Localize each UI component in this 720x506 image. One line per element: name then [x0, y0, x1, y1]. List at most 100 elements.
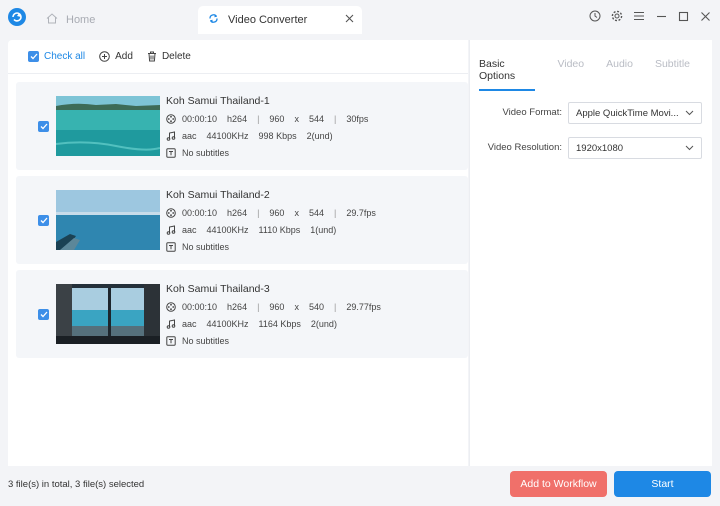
menu-icon[interactable]	[632, 9, 646, 23]
title-bar: Home Video Converter	[0, 0, 720, 38]
app-logo-icon	[8, 8, 26, 26]
audio-codec: aac	[182, 319, 197, 329]
audio-codec: aac	[182, 225, 197, 235]
dimension-separator: x	[294, 208, 299, 218]
audio-bitrate: 1164 Kbps	[258, 319, 301, 329]
video-height: 544	[308, 114, 324, 124]
file-name: Koh Samui Thailand-2	[166, 189, 270, 201]
check-all-label: Check all	[44, 51, 86, 62]
subtitle-icon	[166, 148, 178, 158]
video-format-select[interactable]: Apple QuickTime Movi...	[568, 102, 702, 124]
minimize-icon[interactable]	[654, 9, 668, 23]
audio-bitrate: 1110 Kbps	[258, 225, 301, 235]
sample-rate: 44100KHz	[206, 319, 249, 329]
music-note-icon	[166, 225, 178, 235]
video-format-label: Video Format:	[502, 107, 563, 118]
video-format-value: Apple QuickTime Movi...	[576, 107, 679, 119]
add-icon	[99, 51, 110, 62]
video-info-row: 00:00:10 h264 | 960 x 540 | 29.77fps	[166, 302, 391, 312]
delete-label: Delete	[161, 51, 191, 62]
subtitle-icon	[166, 336, 178, 346]
audio-codec: aac	[182, 131, 197, 141]
window-controls	[588, 9, 712, 23]
video-codec: h264	[227, 208, 248, 218]
dimension-separator: x	[294, 302, 299, 312]
audio-info-row: aac 44100KHz 1110 Kbps 1(und)	[166, 225, 346, 235]
film-reel-icon	[166, 114, 178, 124]
options-panel: Basic Options Video Audio Subtitle Video…	[469, 40, 712, 466]
close-icon[interactable]	[698, 9, 712, 23]
options-tabs: Basic Options Video Audio Subtitle	[479, 58, 712, 91]
home-icon	[46, 13, 58, 27]
check-all-button[interactable]: Check all	[28, 51, 85, 62]
tab-video-converter[interactable]: Video Converter	[198, 6, 362, 34]
audio-info-row: aac 44100KHz 1164 Kbps 2(und)	[166, 319, 347, 329]
subtitle-info-row: No subtitles	[166, 242, 239, 252]
video-info-row: 00:00:10 h264 | 960 x 544 | 29.7fps	[166, 208, 386, 218]
delete-button[interactable]: Delete	[147, 51, 191, 62]
tab-video[interactable]: Video	[557, 58, 584, 91]
audio-bitrate: 998 Kbps	[258, 131, 297, 141]
music-note-icon	[166, 131, 178, 141]
tab-subtitle[interactable]: Subtitle	[655, 58, 690, 91]
tab-close-icon[interactable]	[345, 14, 354, 26]
film-reel-icon	[166, 208, 178, 218]
video-width: 960	[269, 208, 285, 218]
convert-icon	[208, 13, 219, 27]
selection-status: 3 file(s) in total, 3 file(s) selected	[8, 479, 145, 490]
subtitle-icon	[166, 242, 178, 252]
file-checkbox[interactable]	[38, 215, 49, 226]
add-button[interactable]: Add	[99, 51, 133, 62]
trash-icon	[147, 51, 157, 62]
subtitles-status: No subtitles	[182, 242, 230, 252]
settings-icon[interactable]	[610, 9, 624, 23]
file-checkbox[interactable]	[38, 309, 49, 320]
music-note-icon	[166, 319, 178, 329]
file-name: Koh Samui Thailand-1	[166, 95, 270, 107]
video-width: 960	[269, 302, 285, 312]
video-thumbnail	[56, 190, 160, 250]
sample-rate: 44100KHz	[206, 225, 249, 235]
video-resolution-select[interactable]: 1920x1080	[568, 137, 702, 159]
tab-basic-options[interactable]: Basic Options	[479, 58, 536, 91]
file-name: Koh Samui Thailand-3	[166, 283, 270, 295]
video-codec: h264	[227, 302, 248, 312]
audio-info-row: aac 44100KHz 998 Kbps 2(und)	[166, 131, 343, 141]
chevron-down-icon	[685, 143, 694, 155]
add-label: Add	[115, 51, 133, 62]
chevron-down-icon	[685, 108, 694, 120]
add-to-workflow-button[interactable]: Add to Workflow	[510, 471, 607, 497]
maximize-icon[interactable]	[676, 9, 690, 23]
file-checkbox[interactable]	[38, 121, 49, 132]
tab-video-converter-label: Video Converter	[228, 14, 308, 26]
frame-rate: 29.7fps	[346, 208, 376, 218]
duration: 00:00:10	[182, 208, 218, 218]
audio-channels: 1(und)	[310, 225, 337, 235]
start-button[interactable]: Start	[614, 471, 711, 497]
tab-home-label: Home	[66, 14, 96, 26]
file-item[interactable]: Koh Samui Thailand-2 00:00:10 h264 | 960…	[16, 176, 468, 264]
video-thumbnail	[56, 96, 160, 156]
audio-channels: 2(und)	[306, 131, 333, 141]
subtitle-info-row: No subtitles	[166, 148, 239, 158]
video-resolution-value: 1920x1080	[576, 142, 624, 154]
file-item[interactable]: Koh Samui Thailand-1 00:00:10 h264 | 960…	[16, 82, 468, 170]
footer-bar: 3 file(s) in total, 3 file(s) selected A…	[0, 466, 720, 506]
file-item[interactable]: Koh Samui Thailand-3 00:00:10 h264 | 960…	[16, 270, 468, 358]
video-resolution-label: Video Resolution:	[487, 142, 562, 153]
video-info-row: 00:00:10 h264 | 960 x 544 | 30fps	[166, 114, 378, 124]
subtitles-status: No subtitles	[182, 336, 230, 346]
film-reel-icon	[166, 302, 178, 312]
sample-rate: 44100KHz	[206, 131, 249, 141]
subtitle-info-row: No subtitles	[166, 336, 239, 346]
history-icon[interactable]	[588, 9, 602, 23]
duration: 00:00:10	[182, 302, 218, 312]
checkbox-checked-icon[interactable]	[28, 51, 39, 62]
video-thumbnail	[56, 284, 160, 344]
video-height: 540	[308, 302, 324, 312]
video-height: 544	[308, 208, 324, 218]
video-width: 960	[269, 114, 285, 124]
file-list-panel: Check all Add Delete Koh Samui Thailand-…	[8, 40, 468, 466]
tab-audio[interactable]: Audio	[606, 58, 633, 91]
tab-home[interactable]: Home	[38, 6, 193, 34]
